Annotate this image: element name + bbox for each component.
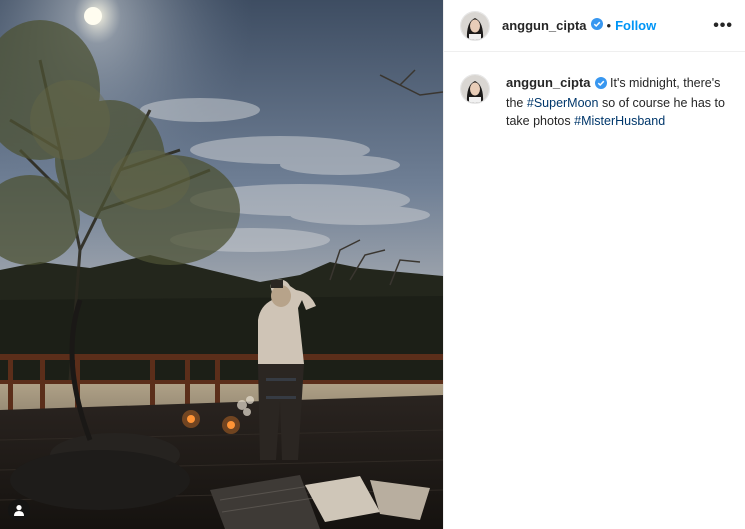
caption-text: anggun_cipta It's midnight, there's the … bbox=[506, 74, 729, 130]
caption-avatar[interactable] bbox=[460, 74, 490, 104]
post-author-username[interactable]: anggun_cipta bbox=[502, 18, 587, 33]
avatar[interactable] bbox=[460, 10, 490, 41]
user-tag-icon bbox=[14, 505, 24, 516]
profile-photo-icon bbox=[461, 75, 489, 103]
night-sky-photo bbox=[0, 0, 443, 529]
post-header: anggun_cipta • Follow ••• bbox=[444, 0, 745, 52]
caption-comment: anggun_cipta It's midnight, there's the … bbox=[444, 52, 745, 130]
hashtag-link[interactable]: #MisterHusband bbox=[574, 114, 665, 128]
caption-username[interactable]: anggun_cipta bbox=[506, 75, 591, 90]
verified-badge-icon bbox=[590, 17, 603, 35]
separator-dot: • bbox=[606, 18, 612, 33]
profile-photo-icon bbox=[461, 11, 489, 40]
moon bbox=[84, 7, 102, 25]
hashtag-link[interactable]: #SuperMoon bbox=[527, 96, 599, 110]
post-photo[interactable] bbox=[0, 0, 443, 529]
more-options-icon[interactable]: ••• bbox=[713, 17, 733, 35]
verified-badge-icon bbox=[594, 76, 607, 94]
follow-button[interactable]: Follow bbox=[615, 18, 656, 33]
user-tag-button[interactable] bbox=[8, 499, 30, 521]
post-side-panel: anggun_cipta • Follow ••• anggun_cipta I… bbox=[443, 0, 745, 529]
